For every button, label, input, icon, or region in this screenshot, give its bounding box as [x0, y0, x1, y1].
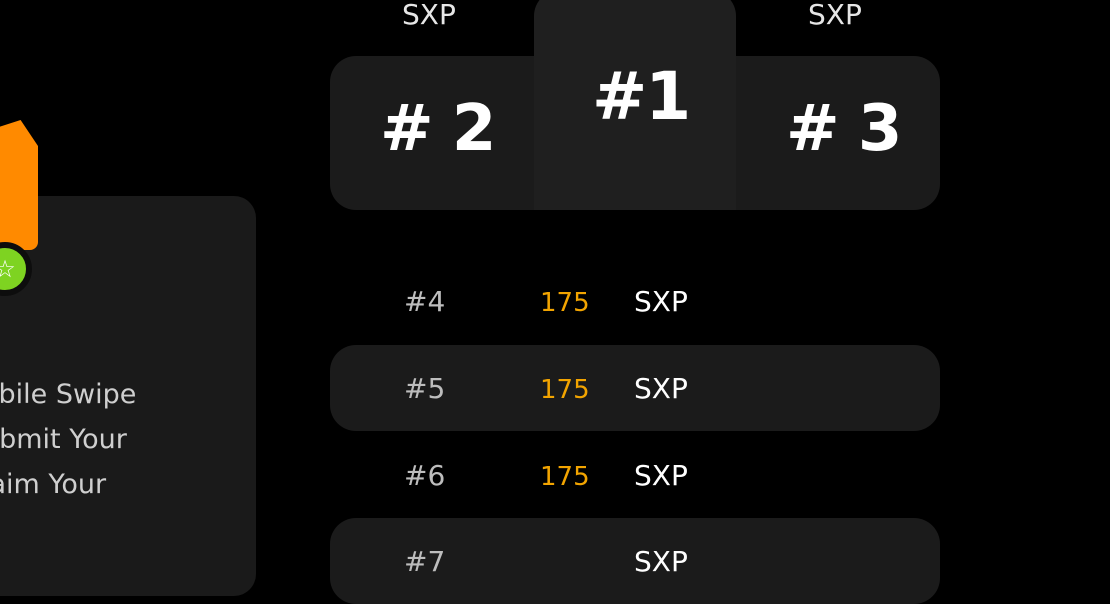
leaderboard-row: #5 175 SXP — [330, 345, 940, 431]
leaderboard-row: #6 175 SXP — [330, 432, 940, 518]
second-place-rank: # 2 — [380, 92, 496, 166]
third-place-rank: # 3 — [786, 92, 902, 166]
info-line-3: laim Your — [0, 469, 107, 500]
orange-badge-shape — [0, 120, 38, 250]
info-line-1: obile Swipe — [0, 379, 137, 410]
leaderboard-row: #7 SXP — [330, 518, 940, 604]
row-rank: #4 — [404, 285, 446, 318]
info-line-2: ubmit Your — [0, 424, 127, 455]
row-value: 175 — [540, 462, 590, 492]
info-text: obile Swipe ubmit Your laim Your — [0, 372, 136, 507]
row-unit: SXP — [634, 459, 688, 492]
third-place-unit: SXP — [808, 0, 862, 31]
row-rank: #5 — [404, 372, 446, 405]
row-rank: #6 — [404, 459, 446, 492]
first-place-rank: #1 — [592, 58, 691, 135]
row-unit: SXP — [634, 285, 688, 318]
row-value: 175 — [540, 288, 590, 318]
second-place-unit: SXP — [402, 0, 456, 31]
row-value: 175 — [540, 375, 590, 405]
row-unit: SXP — [634, 372, 688, 405]
leaderboard-row: #4 175 SXP — [330, 258, 940, 344]
